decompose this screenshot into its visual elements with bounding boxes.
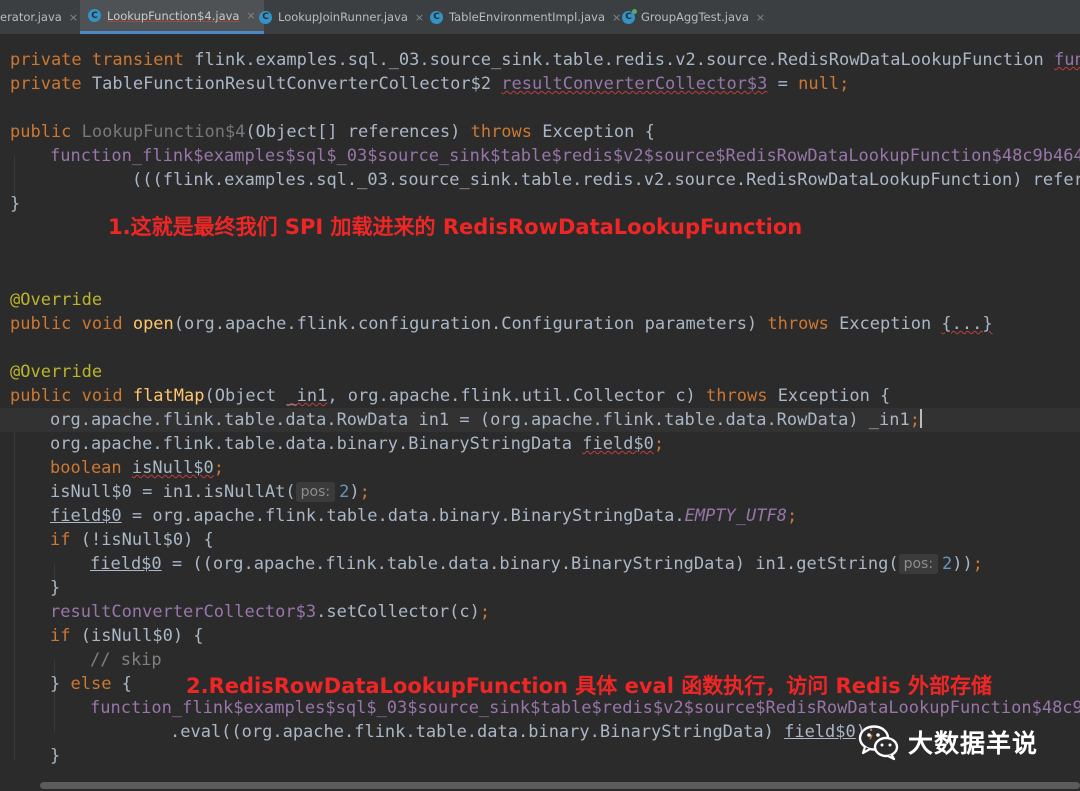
close-icon[interactable]: × [69, 11, 78, 24]
tab-label: LookupJoinRunner.java [278, 10, 408, 24]
code-line: public void flatMap(Object _in1, org.apa… [10, 386, 891, 406]
code-line: resultConverterCollector$3.setCollector(… [50, 602, 491, 622]
close-icon[interactable]: × [612, 11, 621, 24]
tab-label: GroupAggTest.java [641, 10, 749, 24]
wechat-icon [858, 723, 900, 761]
tab-table-environment-impl[interactable]: C TableEnvironmentImpl.java × [430, 0, 621, 34]
code-line: if (!isNull$0) { [50, 530, 214, 550]
code-line: boolean isNull$0; [50, 458, 225, 478]
scrollbar-thumb[interactable] [40, 782, 1080, 789]
code-line: } [10, 194, 21, 214]
code-line-current: org.apache.flink.table.data.RowData in1 … [0, 408, 1080, 432]
code-line: field$0 = ((org.apache.flink.table.data.… [90, 554, 984, 574]
close-icon[interactable]: × [756, 11, 765, 24]
indent-guide [14, 420, 15, 760]
text-caret [919, 409, 922, 428]
code-line: function_flink$examples$sql$_03$source_s… [50, 146, 1080, 166]
java-test-icon: C [622, 8, 637, 24]
code-line: public void open(org.apache.flink.config… [10, 314, 993, 334]
editor-tab-bar: erator.java × C LookupFunction$4.java × … [0, 0, 1080, 35]
java-class-icon: C [259, 10, 272, 24]
tab-lookup-function[interactable]: C LookupFunction$4.java × [80, 0, 264, 34]
tab-label: TableEnvironmentImpl.java [449, 10, 606, 24]
tab-lookup-join-runner[interactable]: C LookupJoinRunner.java × [259, 0, 424, 34]
code-line: .eval((org.apache.flink.table.data.binar… [170, 722, 877, 742]
annotation-note-1: 1.这就是最终我们 SPI 加载进来的 RedisRowDataLookupFu… [108, 215, 803, 239]
code-line: @Override [10, 290, 103, 310]
folded-region[interactable]: {...} [941, 314, 992, 334]
tab-group-agg-test[interactable]: C GroupAggTest.java × [622, 0, 765, 34]
close-icon[interactable]: × [415, 11, 424, 24]
close-icon[interactable]: × [246, 9, 255, 22]
code-line: isNull$0 = in1.isNullAt(pos: 2); [50, 482, 370, 502]
code-line: @Override [10, 362, 103, 382]
code-line: if (isNull$0) { [50, 626, 204, 646]
parameter-hint: pos: [295, 482, 336, 502]
parameter-hint: pos: [898, 554, 939, 574]
code-line: org.apache.flink.table.data.binary.Binar… [50, 434, 665, 454]
code-line: (((flink.examples.sql._03.source_sink.ta… [132, 170, 1080, 190]
code-line: } else { [50, 674, 132, 694]
tab-label: LookupFunction$4.java [107, 8, 240, 23]
annotation-note-2: 2.RedisRowDataLookupFunction 具体 eval 函数执… [186, 674, 992, 698]
java-class-icon: C [88, 9, 101, 22]
code-line: public LookupFunction$4(Object[] referen… [10, 122, 655, 142]
tab-label: erator.java [0, 10, 62, 24]
tab-generator[interactable]: erator.java × [0, 0, 78, 34]
code-line: // skip [90, 650, 162, 670]
java-class-icon: C [430, 10, 443, 24]
code-line: } [50, 578, 61, 598]
horizontal-scrollbar[interactable] [0, 780, 1080, 791]
code-line: private transient flink.examples.sql._03… [10, 50, 1080, 70]
code-line: } [50, 746, 61, 766]
code-line: private TableFunctionResultConverterColl… [10, 74, 850, 94]
watermark-text: 大数据羊说 [908, 729, 1039, 758]
watermark: 大数据羊说 [858, 722, 1038, 762]
code-line: field$0 = org.apache.flink.table.data.bi… [50, 506, 798, 526]
indent-guide [54, 660, 55, 732]
